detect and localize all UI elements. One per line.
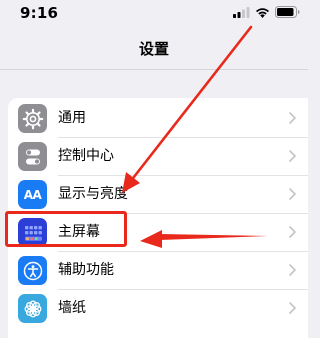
- chevron-right-icon: [289, 302, 296, 314]
- settings-item-label: 通用: [58, 110, 86, 126]
- settings-item-label: 墙纸: [58, 300, 86, 316]
- wifi-icon: [255, 3, 270, 22]
- settings-screen: 9:16 设置 通用 控制中心 AA 显示与亮度 主屏幕 辅助功能 墙纸: [0, 0, 308, 338]
- battery-icon: [275, 3, 300, 22]
- home-screen-grid-icon: [18, 218, 47, 247]
- settings-item-control-center[interactable]: 控制中心: [8, 138, 308, 176]
- status-icons: [233, 5, 300, 19]
- chevron-right-icon: [289, 150, 296, 162]
- settings-item-home-screen[interactable]: 主屏幕: [8, 214, 308, 252]
- gear-icon: [18, 104, 47, 133]
- status-bar: 9:16: [0, 0, 308, 26]
- wallpaper-flower-icon: [18, 294, 47, 323]
- display-icon-glyph: AA: [23, 187, 42, 202]
- settings-list: 通用 控制中心 AA 显示与亮度 主屏幕 辅助功能 墙纸: [8, 98, 308, 338]
- settings-item-label: 显示与亮度: [58, 186, 128, 202]
- accessibility-person-icon: [18, 256, 47, 285]
- chevron-right-icon: [289, 264, 296, 276]
- chevron-right-icon: [289, 188, 296, 200]
- settings-item-accessibility[interactable]: 辅助功能: [8, 252, 308, 290]
- settings-item-label: 辅助功能: [58, 262, 114, 278]
- page-title: 设置: [138, 40, 169, 58]
- settings-item-wallpaper[interactable]: 墙纸: [8, 290, 308, 328]
- toggle-switches-icon: [18, 142, 47, 171]
- settings-item-display-brightness[interactable]: AA 显示与亮度: [8, 176, 308, 214]
- settings-item-label: 控制中心: [58, 148, 114, 164]
- nav-divider: [0, 69, 308, 70]
- settings-item-general[interactable]: 通用: [8, 100, 308, 138]
- chevron-right-icon: [289, 226, 296, 238]
- signal-icon: [233, 3, 250, 22]
- chevron-right-icon: [289, 112, 296, 124]
- status-time: 9:16: [20, 4, 59, 22]
- settings-item-label: 主屏幕: [58, 224, 100, 240]
- display-text-size-icon: AA: [18, 180, 47, 209]
